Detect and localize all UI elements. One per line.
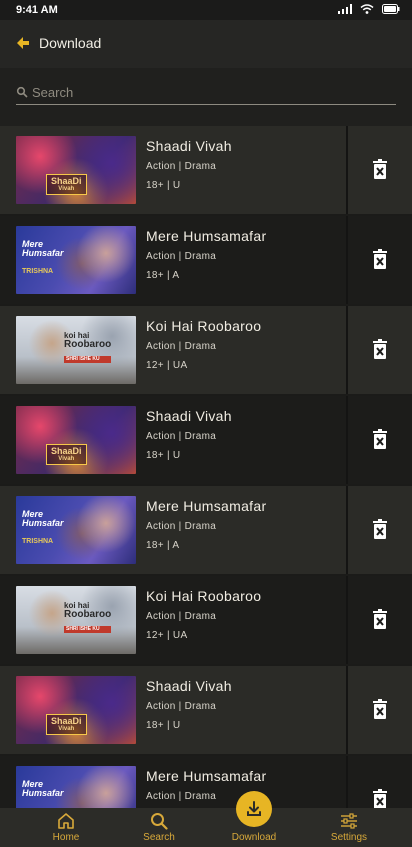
list-item-main[interactable]: Mere Humsafar Mere Humsamafar Action | Dr…: [0, 756, 346, 808]
header: Download: [0, 20, 412, 68]
home-icon: [58, 813, 74, 829]
movie-title: Koi Hai Roobaroo: [146, 318, 262, 334]
wifi-icon: [360, 4, 374, 14]
status-bar: 9:41 AM: [0, 0, 412, 20]
thumb-title: Mere Humsafar TRISHNA: [22, 239, 64, 276]
movie-thumbnail[interactable]: koi hai Roobaroo SHRI ISHE KU: [16, 586, 136, 654]
list-item[interactable]: koi hai Roobaroo SHRI ISHE KU Koi Hai Roob…: [0, 576, 412, 664]
trash-icon: [373, 699, 387, 719]
movie-rating: 12+ | UA: [146, 360, 188, 371]
trash-icon: [373, 519, 387, 539]
search-input[interactable]: [32, 82, 392, 102]
delete-button[interactable]: [348, 396, 412, 484]
delete-button[interactable]: [348, 486, 412, 574]
delete-button[interactable]: [348, 216, 412, 304]
nav-item-download[interactable]: Download: [214, 791, 294, 847]
movie-thumbnail[interactable]: koi hai Roobaroo SHRI ISHE KU: [16, 316, 136, 384]
status-time: 9:41 AM: [16, 4, 58, 16]
list-item[interactable]: Mere Humsafar TRISHNA Mere Humsamafar Acti…: [0, 486, 412, 574]
search-icon: [16, 86, 28, 98]
list-item-main[interactable]: Mere Humsafar TRISHNA Mere Humsamafar Acti…: [0, 216, 346, 304]
movie-genre: Action | Drama: [146, 521, 217, 532]
movie-thumbnail[interactable]: Mere Humsafar: [16, 766, 136, 808]
thumb-title: koi hai Roobaroo SHRI ISHE KU: [64, 601, 112, 633]
movie-rating: 18+ | U: [146, 450, 181, 461]
trash-icon: [373, 609, 387, 629]
page-title: Download: [39, 35, 102, 51]
movie-genre: Action | Drama: [146, 161, 217, 172]
nav-item-home[interactable]: Home: [26, 808, 106, 847]
trash-icon: [373, 339, 387, 359]
signal-icon: [338, 4, 352, 14]
bottom-nav: Home Search Download Settings: [0, 791, 412, 847]
movie-rating: 18+ | A: [146, 270, 180, 281]
list-item[interactable]: Mere Humsafar Mere Humsamafar Action | Dr…: [0, 756, 412, 808]
trash-icon: [373, 429, 387, 449]
thumb-title: Mere Humsafar TRISHNA: [22, 509, 64, 546]
list-item-main[interactable]: ShaaDi Vivah Shaadi Vivah Action | Drama …: [0, 396, 346, 484]
delete-button[interactable]: [348, 666, 412, 754]
movie-title: Mere Humsamafar: [146, 768, 267, 784]
movie-genre: Action | Drama: [146, 431, 217, 442]
download-fab[interactable]: [236, 791, 272, 827]
search-icon: [151, 813, 168, 830]
movie-thumbnail[interactable]: ShaaDi Vivah: [16, 406, 136, 474]
thumb-title: ShaaDi Vivah: [46, 174, 87, 195]
trash-icon: [373, 159, 387, 179]
thumb-title: koi hai Roobaroo SHRI ISHE KU: [64, 331, 112, 363]
movie-thumbnail[interactable]: Mere Humsafar TRISHNA: [16, 496, 136, 564]
download-icon: [247, 801, 261, 816]
status-icons: [338, 4, 400, 14]
movie-title: Shaadi Vivah: [146, 138, 232, 154]
delete-button[interactable]: [348, 306, 412, 394]
delete-button[interactable]: [348, 756, 412, 808]
list-item[interactable]: ShaaDi Vivah Shaadi Vivah Action | Drama …: [0, 666, 412, 754]
list-item-main[interactable]: Mere Humsafar TRISHNA Mere Humsamafar Acti…: [0, 486, 346, 574]
movie-rating: 12+ | UA: [146, 630, 188, 641]
search-box: [16, 82, 396, 105]
thumb-title: Mere Humsafar: [22, 779, 64, 798]
nav-item-search[interactable]: Search: [119, 808, 199, 847]
movie-title: Shaadi Vivah: [146, 408, 232, 424]
movie-genre: Action | Drama: [146, 251, 217, 262]
download-list: ShaaDi Vivah Shaadi Vivah Action | Drama …: [0, 126, 412, 808]
movie-thumbnail[interactable]: ShaaDi Vivah: [16, 136, 136, 204]
list-item[interactable]: koi hai Roobaroo SHRI ISHE KU Koi Hai Roob…: [0, 306, 412, 394]
nav-item-settings[interactable]: Settings: [309, 808, 389, 847]
movie-title: Mere Humsamafar: [146, 498, 267, 514]
movie-genre: Action | Drama: [146, 701, 217, 712]
trash-icon: [373, 249, 387, 269]
movie-title: Koi Hai Roobaroo: [146, 588, 262, 604]
list-item-main[interactable]: ShaaDi Vivah Shaadi Vivah Action | Drama …: [0, 666, 346, 754]
thumb-title: ShaaDi Vivah: [46, 714, 87, 735]
movie-thumbnail[interactable]: Mere Humsafar TRISHNA: [16, 226, 136, 294]
thumb-title: ShaaDi Vivah: [46, 444, 87, 465]
list-item-main[interactable]: koi hai Roobaroo SHRI ISHE KU Koi Hai Roob…: [0, 576, 346, 664]
list-item[interactable]: Mere Humsafar TRISHNA Mere Humsamafar Acti…: [0, 216, 412, 304]
list-item-main[interactable]: koi hai Roobaroo SHRI ISHE KU Koi Hai Roob…: [0, 306, 346, 394]
movie-genre: Action | Drama: [146, 791, 217, 802]
movie-genre: Action | Drama: [146, 341, 217, 352]
trash-icon: [373, 789, 387, 808]
search-area: [0, 68, 412, 126]
list-item[interactable]: ShaaDi Vivah Shaadi Vivah Action | Drama …: [0, 396, 412, 484]
movie-title: Shaadi Vivah: [146, 678, 232, 694]
list-item[interactable]: ShaaDi Vivah Shaadi Vivah Action | Drama …: [0, 126, 412, 214]
delete-button[interactable]: [348, 576, 412, 664]
delete-button[interactable]: [348, 126, 412, 214]
back-arrow-icon[interactable]: [14, 34, 32, 52]
movie-rating: 18+ | U: [146, 720, 181, 731]
movie-rating: 18+ | U: [146, 180, 181, 191]
settings-icon: [341, 813, 357, 829]
list-item-main[interactable]: ShaaDi Vivah Shaadi Vivah Action | Drama …: [0, 126, 346, 214]
battery-icon: [382, 4, 400, 14]
movie-title: Mere Humsamafar: [146, 228, 267, 244]
nav-label-download: Download: [231, 832, 277, 843]
nav-label-home: Home: [52, 832, 80, 843]
movie-rating: 18+ | A: [146, 540, 180, 551]
nav-label-settings: Settings: [330, 832, 368, 843]
movie-genre: Action | Drama: [146, 611, 217, 622]
nav-label-search: Search: [143, 832, 175, 843]
movie-thumbnail[interactable]: ShaaDi Vivah: [16, 676, 136, 744]
